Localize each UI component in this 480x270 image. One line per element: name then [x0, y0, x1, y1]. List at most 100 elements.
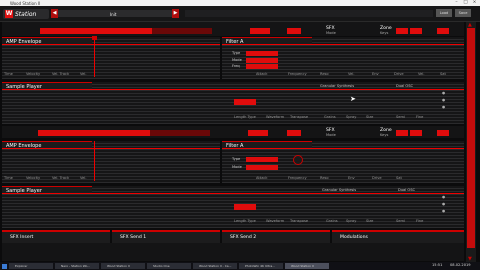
- layer1-sample-top-0: Granular Synthesis: [320, 84, 355, 88]
- layer1-sample-selector[interactable]: [40, 28, 152, 34]
- logo-text: Station: [15, 11, 37, 18]
- taskbar-item-5[interactable]: PhotoWin 4K Ultra...: [239, 263, 283, 269]
- layer1-amp-param-2: Vel. Track: [52, 72, 70, 76]
- tab-modulations[interactable]: Modulations: [332, 230, 464, 244]
- header-spacer: [185, 10, 433, 17]
- layer1-range[interactable]: [152, 28, 212, 34]
- tab-sfx-insert-label: SFX Insert: [10, 235, 34, 240]
- layer2-filter-param-4: Drive: [372, 176, 382, 180]
- layer1-filter-param-5: Drive: [394, 72, 404, 76]
- layer1-sample-param-6: Semi: [396, 115, 405, 119]
- layer2-range[interactable]: [150, 130, 210, 136]
- start-icon[interactable]: [2, 263, 7, 269]
- layer2-sample-top-1: Dual OSC: [398, 188, 416, 192]
- layer1-filter-type[interactable]: [246, 51, 278, 56]
- layer2-filter-param-5: Sat: [396, 176, 402, 180]
- window-title: Wood Station II: [10, 0, 41, 6]
- layer1-key-field[interactable]: [437, 28, 449, 34]
- preset-display[interactable]: Init: [58, 10, 172, 17]
- scrollbar-thumb[interactable]: [467, 28, 475, 248]
- layer1-amp-line: [2, 44, 220, 45]
- preset-name: Init: [110, 11, 117, 17]
- layer1-amp-param-1: Velocity: [26, 72, 41, 76]
- layer1-filter-row-freq: Freq: [232, 64, 240, 68]
- layer2-sample-param-3: Grains: [326, 219, 338, 223]
- layer1-amp-divider-cap: [92, 36, 97, 40]
- layer2-sample-top-0: Granular Synthesis: [322, 188, 357, 192]
- layer1-sample-param-3: Grains: [324, 115, 336, 119]
- layer2-sample-selector[interactable]: [38, 130, 150, 136]
- layer2-volume[interactable]: [248, 130, 268, 136]
- layer1-filter-param-0: Attack: [256, 72, 268, 76]
- layer1-mode-label: Mode: [326, 31, 336, 35]
- layer2-filter-param-2: Reso: [320, 176, 329, 180]
- layer2-amp-divider: [94, 141, 95, 181]
- layer1-pan[interactable]: [287, 28, 301, 34]
- layer2-filter-mode[interactable]: [246, 165, 278, 170]
- layer2-filter-row-type: Type: [232, 157, 241, 161]
- layer1-filter-param-7: Sat: [440, 72, 446, 76]
- mouse-cursor-icon: ➤: [350, 95, 356, 103]
- layer1-filter-param-2: Reso: [320, 72, 329, 76]
- layer2-filter-type[interactable]: [246, 157, 278, 162]
- layer1-filter-row-type: Type: [232, 51, 241, 55]
- logo: W Station: [3, 9, 49, 19]
- taskbar-item-0[interactable]: Explorer: [9, 263, 53, 269]
- taskbar-item-2[interactable]: Wood Station II: [101, 263, 145, 269]
- tab-modulations-label: Modulations: [340, 235, 368, 240]
- layer2-zone-high[interactable]: [410, 130, 422, 136]
- layer2-key-field[interactable]: [437, 130, 449, 136]
- layer2-amp-param-0: Time: [4, 176, 13, 180]
- tab-sfx-send-1-label: SFX Send 1: [120, 235, 147, 240]
- layer1-zone-low[interactable]: [396, 28, 408, 34]
- layer2-amp-param-2: Vel. Track: [52, 176, 70, 180]
- layer1-sample-length[interactable]: [234, 99, 256, 105]
- layer2-keys-label: Keys: [380, 133, 389, 137]
- layer1-amp-param-3: Vel.: [80, 72, 87, 76]
- layer1-sample-line: [2, 89, 464, 90]
- taskbar-item-1[interactable]: Nero - Station Wo...: [55, 263, 99, 269]
- prev-preset-button[interactable]: ◀: [51, 9, 58, 18]
- taskbar-item-4[interactable]: Wood Station II - Ca...: [193, 263, 237, 269]
- taskbar-item-3[interactable]: Studio One: [147, 263, 191, 269]
- layer1-filter-line: [222, 44, 464, 45]
- layer2-filter-line: [222, 148, 464, 149]
- layer1-filter-mode[interactable]: [246, 58, 278, 63]
- layer2-sample-param-1: Waveform: [266, 219, 285, 223]
- layer2-dot-0: ●: [442, 195, 446, 199]
- layer2-dot-1: ●: [442, 202, 446, 206]
- tab-sfx-send-1[interactable]: SFX Send 1: [112, 230, 220, 244]
- layer2-sample-param-6: Semi: [396, 219, 405, 223]
- layer1-amp-divider: [94, 37, 95, 77]
- layer2-filter-param-3: Env: [348, 176, 355, 180]
- tab-sfx-insert[interactable]: SFX Insert: [2, 230, 110, 244]
- scroll-up-icon[interactable]: ▲: [468, 22, 472, 28]
- layer1-zone-high[interactable]: [410, 28, 422, 34]
- layer2-amp-param-1: Velocity: [26, 176, 41, 180]
- layer1-sample-param-0: Length Type: [234, 115, 256, 119]
- save-button[interactable]: Save: [455, 9, 471, 17]
- taskbar-item-6[interactable]: Wood Station II: [285, 263, 329, 269]
- layer2-mode-label: Mode: [326, 133, 336, 137]
- layer1-amp-param-0: Time: [4, 72, 13, 76]
- layer2-amp-param-3: Vel.: [80, 176, 87, 180]
- taskbar-clock: 15:51: [432, 263, 443, 267]
- layer2-sample-length[interactable]: [234, 204, 256, 210]
- tab-sfx-send-2[interactable]: SFX Send 2: [222, 230, 330, 244]
- layer2-sample-param-0: Length Type: [234, 219, 256, 223]
- layer1-dot-2: ●: [442, 105, 446, 109]
- layer1-filter-freq[interactable]: [246, 64, 278, 69]
- next-preset-button[interactable]: ▶: [172, 9, 179, 18]
- fx-tab-content: [2, 243, 464, 261]
- layer2-zone-low[interactable]: [396, 130, 408, 136]
- layer2-filter-knob[interactable]: [293, 155, 303, 165]
- load-button[interactable]: Load: [436, 9, 452, 17]
- layer1-volume[interactable]: [250, 28, 270, 34]
- layer1-keys-label: Keys: [380, 31, 389, 35]
- layer2-filter-row-mode: Mode: [232, 165, 242, 169]
- layer2-sample-param-4: Spray: [346, 219, 357, 223]
- layer1-dot-1: ●: [442, 98, 446, 102]
- layer2-pan[interactable]: [287, 130, 301, 136]
- layer1-sample-top-1: Dual OSC: [396, 84, 414, 88]
- layer2-filter-param-1: Frequency: [288, 176, 307, 180]
